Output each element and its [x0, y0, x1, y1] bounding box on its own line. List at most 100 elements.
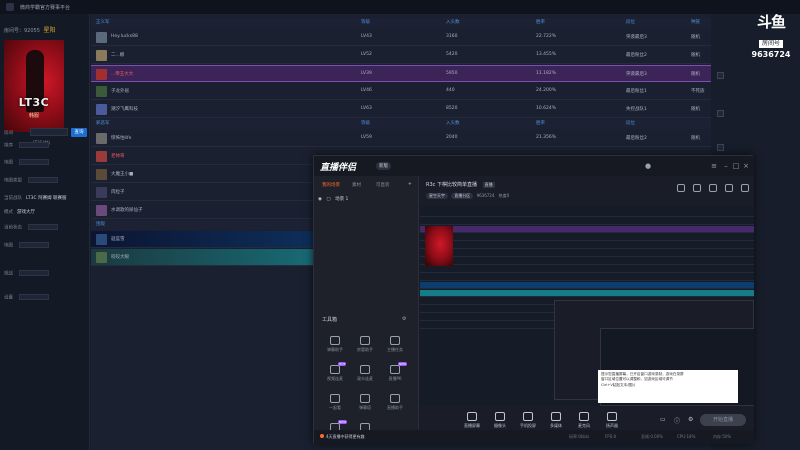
col-rank-2: 段位	[626, 121, 635, 126]
streaming-companion-window: 直播伴侣 新版 ● ≡ – □ × 我的场景 素材 可直装 + ◉ ▢ 场景 1…	[313, 155, 754, 444]
form-row: 设置	[4, 294, 49, 301]
tool-label: 主播任务	[387, 347, 403, 352]
form-field[interactable]	[28, 224, 58, 230]
search-input[interactable]: LT3C战队	[30, 128, 68, 145]
left-panel: 房间号：92055 星阳 LT3C 韩服 房间 LT3C战队 查询 排序地图地图…	[0, 14, 90, 450]
category-pill[interactable]: 星空天宇	[426, 193, 448, 199]
start-live-button[interactable]: 开始直播	[700, 414, 746, 426]
cell-level: LV63	[361, 106, 372, 111]
source-label: 扬声器	[606, 423, 618, 428]
toolbox-settings-icon[interactable]: ⚙	[402, 316, 406, 322]
table-row[interactable]: 惊怖怕life LV59 2040 21.356% 最后粉丝2 随机	[91, 130, 711, 147]
scene-item[interactable]: ◉ ▢ 场景 1	[318, 196, 348, 202]
player-name: 肉粒子	[111, 190, 125, 195]
hint-line-3: Ctrl+V粘贴文本/图片	[601, 382, 636, 387]
tool-item[interactable]: 视频连麦 HOT	[322, 362, 348, 382]
tip-dot-icon	[320, 434, 324, 438]
cell-race: 随机	[691, 35, 700, 40]
bell-icon[interactable]	[725, 184, 733, 192]
tab-direct[interactable]: 可直装	[376, 182, 390, 188]
chat-icon[interactable]	[709, 184, 717, 192]
companion-version-badge[interactable]: 新版	[376, 162, 391, 170]
cell-count: 440	[446, 88, 455, 93]
table-row[interactable]: Hey.lucks88 LV43 3160 22.722% 突袭最后3 随机	[91, 29, 711, 46]
search-button[interactable]: 查询	[71, 128, 87, 137]
form-row: 观战	[4, 270, 49, 277]
tool-item[interactable]: 观众连麦	[352, 365, 378, 382]
room-title[interactable]: R3c 下棋比较简单直播	[426, 182, 477, 188]
tool-item[interactable]: 弹幕塔	[352, 394, 378, 411]
tool-item[interactable]: 一起看	[322, 394, 348, 411]
preview-row	[420, 250, 754, 257]
info-icon[interactable]: ⓘ	[674, 416, 680, 425]
source-button[interactable]: 多媒体	[544, 412, 568, 429]
maximize-icon[interactable]: □	[732, 162, 740, 170]
form-field[interactable]	[19, 142, 49, 148]
tool-label: 直播助手	[387, 405, 403, 410]
tool-item[interactable]: 主播任务	[382, 336, 408, 353]
side-checkbox-3[interactable]	[717, 144, 724, 151]
col-count: 入头数	[446, 20, 460, 25]
side-checkbox-2[interactable]	[717, 110, 724, 117]
group-name-2: 邪恶军	[96, 121, 110, 126]
room-label: 房间号：92055	[4, 28, 40, 34]
stream-preview[interactable]: 提示您直播屏幕，已开启窗口游戏录制，游戏在录屏 窗口区域位置可以调整和，如游戏区…	[420, 206, 754, 406]
tool-icon	[330, 336, 340, 345]
tool-item[interactable]: 弹幕助手	[322, 336, 348, 353]
source-button[interactable]: 摄像头	[488, 412, 512, 429]
preview-row	[420, 290, 754, 297]
cart-icon[interactable]	[677, 184, 685, 192]
room-name[interactable]: 星阳	[44, 27, 56, 34]
tool-icon	[330, 394, 340, 403]
menu-icon[interactable]: ≡	[710, 162, 718, 170]
tool-item[interactable]: 直播助手	[382, 394, 408, 411]
table-row[interactable]: 二...娜 LV52 5420 13.455% 最后粉丝2 随机	[91, 47, 711, 64]
tool-icon	[360, 336, 370, 345]
col-rate-2: 胜率	[536, 121, 545, 126]
poster-logo-text: LT3C	[18, 96, 50, 109]
form-label: 当前状态	[4, 225, 22, 231]
tab-my-scenes[interactable]: 我的场景	[322, 182, 340, 188]
side-checkbox-1[interactable]	[717, 72, 724, 79]
group-name-1: 正义军	[96, 20, 110, 25]
tool-item[interactable]: 直播PK NEW	[382, 362, 408, 382]
camera-icon[interactable]: ▭	[660, 416, 666, 423]
eye-icon[interactable]: ◉	[318, 197, 322, 202]
add-scene-icon[interactable]: +	[408, 182, 412, 187]
tool-label: 房管助手	[357, 347, 373, 352]
tool-label: 直播PK	[388, 376, 402, 381]
cell-level: LV52	[361, 52, 372, 57]
form-field[interactable]	[19, 270, 49, 276]
settings-icon[interactable]: ⚙	[688, 416, 693, 423]
tool-item[interactable]: 房管助手	[352, 336, 378, 353]
source-button[interactable]: 手机投屏	[516, 412, 540, 429]
table-row[interactable]: 子龙外居 LV46 440 24.200% 最后粉丝1 不死族	[91, 83, 711, 100]
close-icon[interactable]: ×	[742, 162, 750, 170]
source-button[interactable]: 直播屏幕	[460, 412, 484, 429]
form-field[interactable]	[28, 177, 58, 183]
avatar-icon[interactable]: ●	[644, 162, 652, 170]
lock-icon[interactable]: ▢	[326, 197, 330, 202]
table-row[interactable]: ...帝王大大 LV39 5950 11.182% 突袭最后3 随机	[91, 65, 711, 82]
form-field[interactable]	[19, 159, 49, 165]
grid-icon[interactable]	[741, 184, 749, 192]
source-label: 多媒体	[550, 423, 562, 428]
avatar	[96, 50, 107, 61]
form-field[interactable]	[19, 242, 49, 248]
gift-icon[interactable]	[693, 184, 701, 192]
table-row[interactable]: 潮汐飞鹰科技 LV63 8520 10.624% 失控战队1 随机	[91, 101, 711, 118]
player-name: 大魔王小■	[111, 172, 134, 177]
room-meta: 星空天宇 直播分区 9636724 热度0	[426, 193, 509, 199]
group-name-3: 围观	[96, 222, 105, 227]
source-button[interactable]: 麦克风	[572, 412, 596, 429]
section-pill[interactable]: 直播分区	[451, 193, 474, 199]
minimize-icon[interactable]: –	[722, 162, 730, 170]
tab-materials[interactable]: 素材	[352, 182, 361, 188]
form-label: 地图类型	[4, 178, 22, 184]
status-tip[interactable]: 4天直播中获得更有趣	[320, 434, 365, 440]
companion-title-bar: 直播伴侣 新版 ● ≡ – □ ×	[314, 156, 754, 176]
form-field[interactable]	[19, 294, 49, 300]
source-label: 手机投屏	[520, 423, 536, 428]
source-icon	[551, 412, 561, 421]
source-button[interactable]: 扬声器	[600, 412, 624, 429]
